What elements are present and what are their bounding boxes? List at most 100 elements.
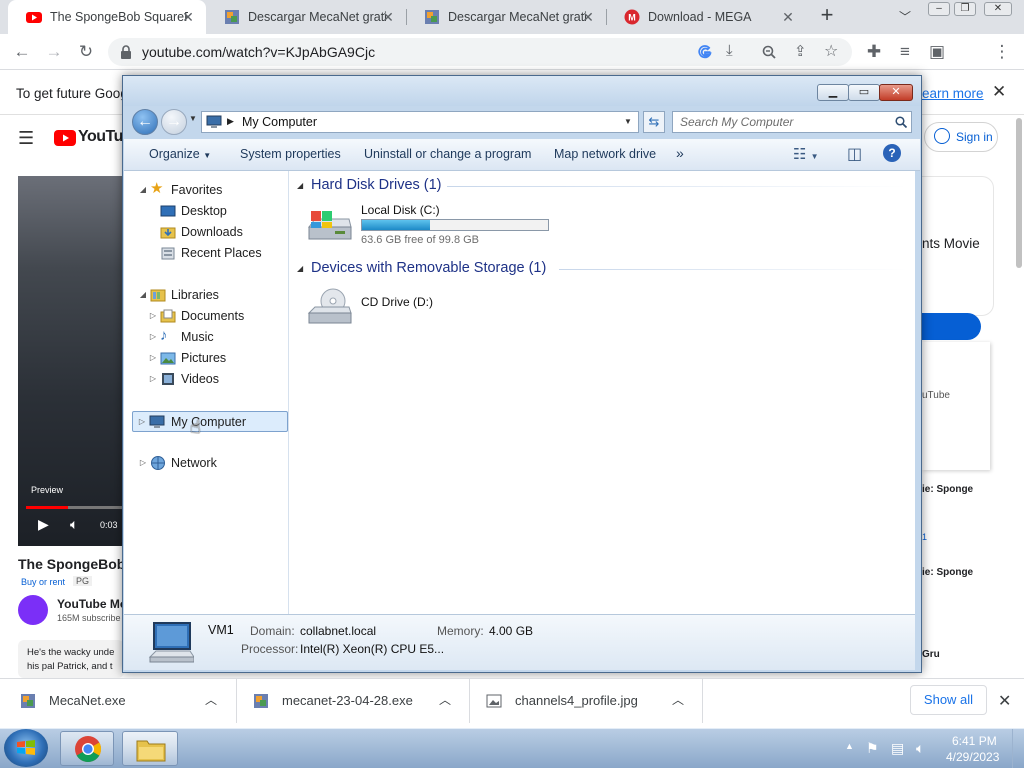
action-center-icon[interactable]: ⚑ <box>866 740 879 757</box>
zoom-icon[interactable] <box>762 45 776 59</box>
view-options-icon[interactable]: ☷ ▼ <box>793 145 819 163</box>
channel-name[interactable]: YouTube Mo <box>57 597 127 611</box>
close-tab-icon[interactable]: ✕ <box>180 9 196 25</box>
forward-arrow-icon[interactable]: → <box>161 109 187 135</box>
collapsed-arrow-icon[interactable]: ▷ <box>148 369 158 389</box>
related-title[interactable]: Gru <box>922 649 940 660</box>
address-box[interactable]: ▶ My Computer ▼ <box>201 111 639 133</box>
group-collapse-icon[interactable]: ◢ <box>297 181 303 190</box>
show-all-button[interactable]: Show all <box>910 685 987 715</box>
minimize-button[interactable]: – <box>928 2 950 16</box>
system-properties-button[interactable]: System properties <box>240 147 341 161</box>
clock-date[interactable]: 4/29/2023 <box>946 750 999 764</box>
taskbar-explorer-button[interactable] <box>122 731 178 766</box>
nav-downloads[interactable]: Downloads <box>124 222 288 242</box>
collapsed-arrow-icon[interactable]: ▷ <box>148 327 158 347</box>
close-infobar-icon[interactable]: ✕ <box>992 82 1006 102</box>
related-title[interactable]: ie: Sponge <box>922 484 973 495</box>
extensions-icon[interactable]: ✚ <box>864 42 884 62</box>
tab-mega[interactable]: M Download - MEGA ✕ <box>606 0 806 34</box>
tab-search-icon[interactable]: ﹀ <box>896 8 914 26</box>
show-desktop-button[interactable] <box>1012 729 1024 768</box>
search-icon[interactable] <box>895 116 907 128</box>
sign-in-button[interactable]: Sign in <box>924 122 998 152</box>
google-icon[interactable] <box>698 45 712 59</box>
side-card-button[interactable] <box>922 313 981 340</box>
download-menu-icon[interactable]: ︿ <box>439 691 451 708</box>
close-window-button[interactable]: ✕ <box>984 2 1012 16</box>
search-input[interactable]: Search My Computer <box>680 115 793 129</box>
explorer-minimize-button[interactable]: ▁ <box>817 84 849 101</box>
close-tab-icon[interactable]: ✕ <box>380 9 396 25</box>
start-button[interactable] <box>4 729 48 767</box>
taskbar-chrome-button[interactable] <box>60 731 114 766</box>
close-shelf-icon[interactable]: ✕ <box>998 691 1011 711</box>
collapsed-arrow-icon[interactable]: ▷ <box>138 453 148 473</box>
map-network-drive-button[interactable]: Map network drive <box>554 147 656 161</box>
back-icon[interactable]: ← <box>12 42 32 62</box>
nav-libraries[interactable]: ◢ Libraries <box>124 285 288 305</box>
tab-youtube[interactable]: The SpongeBob SquarePants ✕ <box>8 0 206 34</box>
download-menu-icon[interactable]: ︿ <box>205 691 217 708</box>
group-header-removable[interactable]: Devices with Removable Storage (1) <box>311 260 546 276</box>
explorer-maximize-button[interactable]: ▭ <box>848 84 880 101</box>
collapsed-arrow-icon[interactable]: ▷ <box>137 412 147 432</box>
group-header-hdd[interactable]: Hard Disk Drives (1) <box>311 177 442 193</box>
reload-icon[interactable]: ↻ <box>76 42 96 62</box>
explorer-close-button[interactable]: ✕ <box>879 84 913 101</box>
media-control-icon[interactable]: ≡ <box>895 42 915 62</box>
close-tab-icon[interactable]: ✕ <box>580 9 596 25</box>
download-item[interactable]: mecanet-23-04-28.exe ︿ <box>237 679 469 723</box>
organize-menu[interactable]: Organize ▼ <box>149 147 211 161</box>
drive-c[interactable]: Local Disk (C:) 63.6 GB free of 99.8 GB <box>305 201 555 249</box>
network-tray-icon[interactable]: ▤ <box>891 740 904 757</box>
collapsed-arrow-icon[interactable]: ▷ <box>148 306 158 326</box>
tab-mecanet-1[interactable]: Descargar MecaNet gratis ✕ <box>206 0 406 34</box>
nav-music[interactable]: ▷ ♪ Music <box>124 327 288 347</box>
collapsed-arrow-icon[interactable]: ▷ <box>148 348 158 368</box>
install-app-icon[interactable]: ⤓ <box>726 42 733 59</box>
share-icon[interactable]: ⇪ <box>794 42 807 60</box>
nav-recent-places[interactable]: Recent Places <box>124 243 288 263</box>
nav-my-computer[interactable]: ▷ My Computer <box>132 411 288 432</box>
help-icon[interactable]: ? <box>883 144 901 162</box>
video-player[interactable]: Preview ▶ 🔈︎ 0:03 <box>18 176 124 546</box>
download-item[interactable]: MecaNet.exe ︿ <box>0 679 236 723</box>
clock-time[interactable]: 6:41 PM <box>952 734 997 748</box>
refresh-icon[interactable]: ⇆ <box>643 111 665 133</box>
address-text[interactable]: My Computer <box>242 115 317 129</box>
related-title[interactable]: ie: Sponge <box>922 567 973 578</box>
explorer-titlebar[interactable]: ▁ ▭ ✕ <box>123 76 921 106</box>
hamburger-menu-icon[interactable]: ☰ <box>18 128 34 149</box>
volume-icon[interactable]: 🔈︎ <box>70 516 78 533</box>
url-text[interactable]: youtube.com/watch?v=KJpAbGA9Cjc <box>142 44 375 60</box>
new-tab-button[interactable]: + <box>816 4 838 27</box>
volume-tray-icon[interactable]: 🔈︎ <box>916 740 924 757</box>
back-arrow-icon[interactable]: ← <box>132 109 158 135</box>
download-item[interactable]: channels4_profile.jpg ︿ <box>470 679 702 723</box>
omnibox[interactable]: youtube.com/watch?v=KJpAbGA9Cjc ⤓ ⇪ ☆ <box>108 38 852 66</box>
preview-pane-icon[interactable]: ◫ <box>847 144 862 164</box>
bookmark-star-icon[interactable]: ☆ <box>824 41 838 61</box>
nav-desktop[interactable]: Desktop <box>124 201 288 221</box>
download-menu-icon[interactable]: ︿ <box>672 691 684 708</box>
recent-pages-dropdown-icon[interactable]: ▼ <box>189 114 197 123</box>
menu-kebab-icon[interactable]: ⋮ <box>992 42 1012 62</box>
learn-more-link[interactable]: earn more <box>922 86 984 101</box>
breadcrumb-arrow-icon[interactable]: ▶ <box>227 116 234 127</box>
nav-videos[interactable]: ▷ Videos <box>124 369 288 389</box>
description-box[interactable] <box>18 640 124 678</box>
close-tab-icon[interactable]: ✕ <box>780 9 796 25</box>
expanded-arrow-icon[interactable]: ◢ <box>138 285 148 305</box>
search-box[interactable]: Search My Computer <box>672 111 912 133</box>
address-dropdown-icon[interactable]: ▼ <box>624 117 632 126</box>
forward-icon[interactable]: → <box>44 42 64 62</box>
tab-mecanet-2[interactable]: Descargar MecaNet gratis ✕ <box>406 0 606 34</box>
nav-network[interactable]: ▷ Network <box>124 453 288 473</box>
show-hidden-icons[interactable]: ▲ <box>845 741 854 751</box>
more-commands-button[interactable]: » <box>676 145 684 161</box>
group-collapse-icon[interactable]: ◢ <box>297 264 303 273</box>
channel-avatar[interactable] <box>18 595 48 625</box>
page-scrollbar[interactable] <box>1016 118 1022 268</box>
progress-bar[interactable] <box>26 506 124 509</box>
